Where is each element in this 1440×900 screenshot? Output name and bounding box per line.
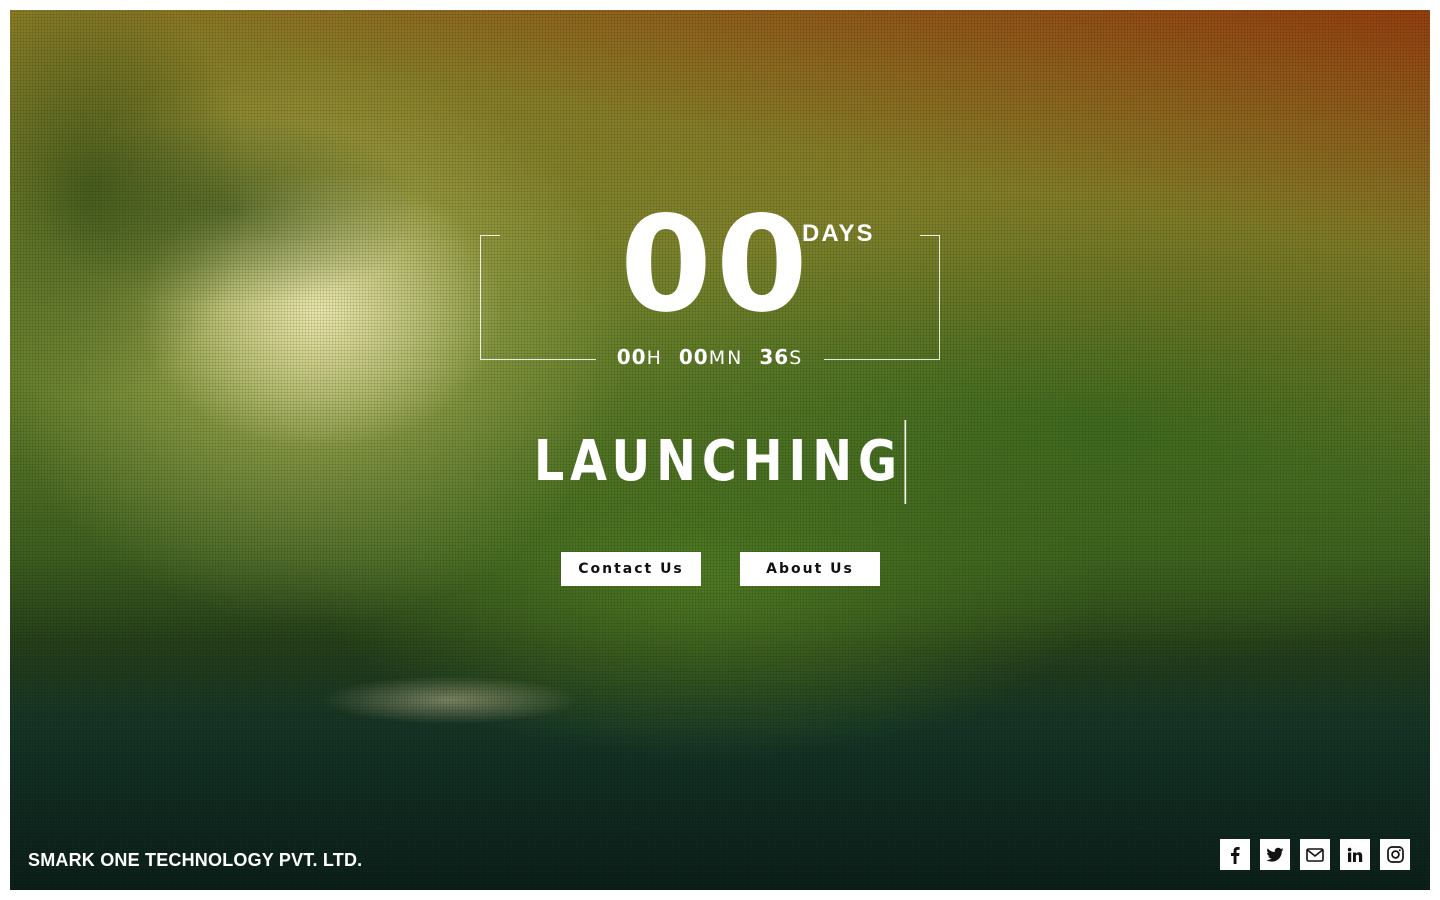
twitter-link[interactable] [1260,839,1290,870]
minutes-count: 00 [678,345,709,369]
social-links [1220,839,1410,870]
countdown-timer: 00 DAYS 00H 00MN 36S [480,195,940,380]
seconds-count: 36 [759,345,790,369]
frame-bracket-left-top [480,235,500,236]
cta-buttons: Contact Us About Us [561,552,881,586]
days-count: 00 [620,188,812,342]
seconds-unit: S [789,347,804,369]
hms-readout: 00H 00MN 36S [595,345,825,369]
minutes-unit: MN [708,347,744,369]
instagram-link[interactable] [1380,839,1410,870]
hours-unit: H [646,347,663,369]
frame-bracket-right [824,235,940,360]
hours-group: 00H [617,345,663,369]
headline-wrapper: LAUNCHING [0,420,1440,504]
company-name: SMARK ONE TECHNOLOGY PVT. LTD. [28,850,363,870]
frame-bracket-left [480,235,596,360]
headline-launching: LAUNCHING [534,420,907,504]
hours-count: 00 [616,345,647,369]
linkedin-icon [1347,847,1363,862]
contact-us-button[interactable]: Contact Us [561,552,701,586]
mail-icon [1306,847,1324,862]
facebook-icon [1231,846,1240,864]
linkedin-link[interactable] [1340,839,1370,870]
twitter-icon [1266,847,1284,862]
facebook-link[interactable] [1220,839,1250,870]
instagram-icon [1386,846,1404,863]
seconds-group: 36S [759,345,803,369]
mail-link[interactable] [1300,839,1330,870]
minutes-group: 00MN [679,345,743,369]
days-label: DAYS [802,220,875,247]
frame-bracket-right-top [920,235,940,236]
about-us-button[interactable]: About Us [740,552,880,586]
